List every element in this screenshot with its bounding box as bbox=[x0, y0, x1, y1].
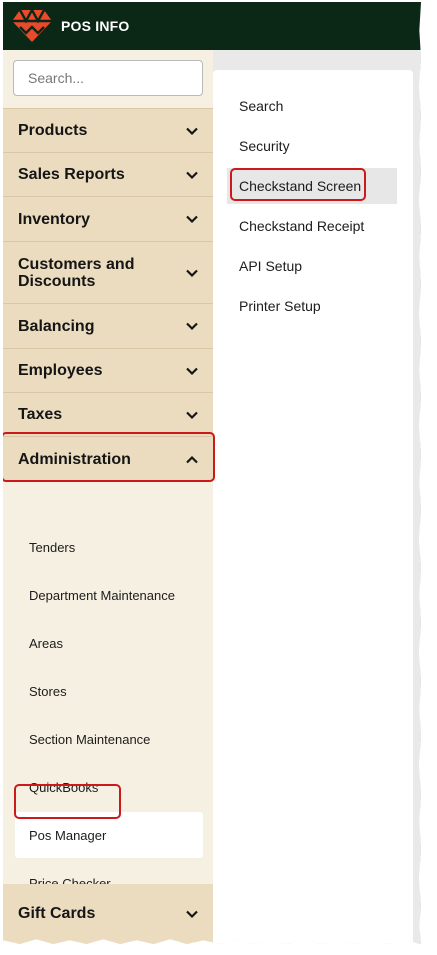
panel-item-search[interactable]: Search bbox=[227, 88, 397, 124]
submenu-item-quickbooks[interactable]: QuickBooks bbox=[15, 764, 203, 810]
chevron-down-icon bbox=[186, 910, 198, 919]
menu-item-label: Taxes bbox=[18, 406, 63, 423]
submenu-item-stores[interactable]: Stores bbox=[15, 668, 203, 714]
chevron-down-icon bbox=[186, 171, 198, 179]
chevron-down-icon bbox=[186, 411, 198, 419]
menu-item-sales-reports[interactable]: Sales Reports bbox=[3, 152, 213, 196]
pos-logo-icon[interactable] bbox=[11, 8, 53, 44]
chevron-down-icon bbox=[186, 269, 198, 277]
menu-item-label: Administration bbox=[18, 451, 131, 468]
submenu-item-pos-manager[interactable]: Pos Manager bbox=[15, 812, 203, 858]
menu-item-label: Sales Reports bbox=[18, 166, 125, 183]
menu-item-label: Products bbox=[18, 122, 88, 139]
screenshot-frame: POS INFO Products Sales Reports Inventor… bbox=[3, 2, 421, 944]
sidebar: Products Sales Reports Inventory Custome… bbox=[3, 50, 213, 944]
menu-item-products[interactable]: Products bbox=[3, 108, 213, 152]
menu-item-label: Inventory bbox=[18, 210, 91, 228]
chevron-down-icon bbox=[186, 322, 198, 331]
menu-item-label: Gift Cards bbox=[18, 905, 96, 922]
sidebar-menu: Products Sales Reports Inventory Custome… bbox=[3, 108, 213, 482]
menu-item-balancing[interactable]: Balancing bbox=[3, 303, 213, 348]
submenu-item-tenders[interactable]: Tenders bbox=[15, 524, 203, 570]
menu-item-inventory[interactable]: Inventory bbox=[3, 196, 213, 241]
chevron-down-icon bbox=[186, 367, 198, 375]
menu-item-gift-cards[interactable]: Gift Cards bbox=[3, 884, 213, 944]
menu-item-label: Balancing bbox=[18, 317, 95, 335]
panel-item-api-setup[interactable]: API Setup bbox=[227, 248, 397, 284]
chevron-up-icon bbox=[186, 455, 198, 463]
submenu-item-department-maintenance[interactable]: Department Maintenance bbox=[15, 572, 203, 618]
app-title: POS INFO bbox=[61, 18, 130, 34]
submenu-item-areas[interactable]: Areas bbox=[15, 620, 203, 666]
search-input[interactable] bbox=[13, 60, 203, 96]
menu-item-employees[interactable]: Employees bbox=[3, 348, 213, 392]
submenu-item-section-maintenance[interactable]: Section Maintenance bbox=[15, 716, 203, 762]
chevron-down-icon bbox=[186, 215, 198, 224]
chevron-down-icon bbox=[186, 127, 198, 135]
pos-manager-panel: Search Security Checkstand Screen Checks… bbox=[213, 70, 413, 944]
menu-item-label: Employees bbox=[18, 362, 103, 379]
panel-item-checkstand-receipt[interactable]: Checkstand Receipt bbox=[227, 208, 397, 244]
top-bar: POS INFO bbox=[3, 2, 421, 50]
panel-item-printer-setup[interactable]: Printer Setup bbox=[227, 288, 397, 324]
menu-item-administration[interactable]: Administration bbox=[3, 436, 213, 482]
menu-item-taxes[interactable]: Taxes bbox=[3, 392, 213, 436]
panel-item-security[interactable]: Security bbox=[227, 128, 397, 164]
menu-item-customers-and-discounts[interactable]: Customers and Discounts bbox=[3, 241, 213, 303]
panel-item-checkstand-screen[interactable]: Checkstand Screen bbox=[227, 168, 397, 204]
menu-item-label: Customers and Discounts bbox=[18, 255, 135, 290]
search-box bbox=[13, 60, 203, 96]
